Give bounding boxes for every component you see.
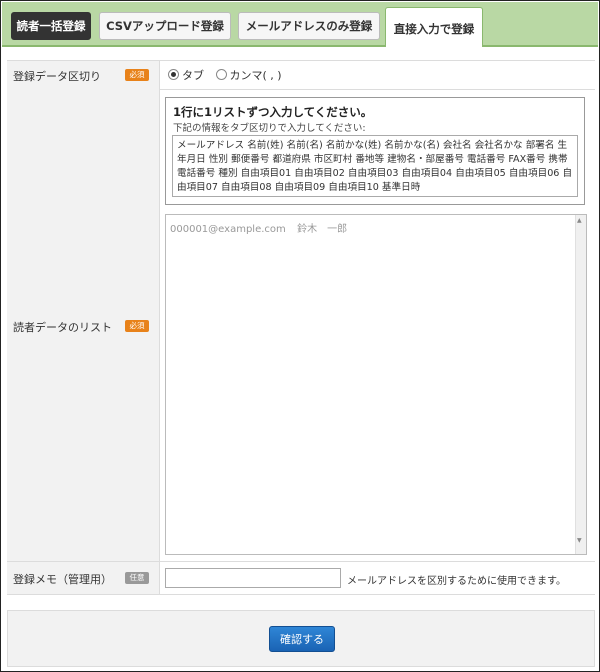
page-frame: 読者一括登録 CSVアップロード登録 メールアドレスのみ登録 直接入力で登録 登… — [0, 0, 600, 672]
memo-label-cell: 登録メモ（管理用） 任意 — [7, 562, 160, 594]
list-label-cell: 読者データのリスト 必須 — [7, 89, 160, 561]
radio-comma-label: カンマ( , ) — [229, 69, 282, 82]
scroll-up-icon[interactable]: ▲ — [577, 217, 582, 224]
tab-bar: 読者一括登録 CSVアップロード登録 メールアドレスのみ登録 直接入力で登録 — [2, 2, 598, 47]
list-label: 読者データのリスト — [13, 321, 112, 334]
reader-list-textarea[interactable]: 000001@example.com 鈴木 一郎 ▲ ▼ — [165, 214, 587, 555]
memo-label: 登録メモ（管理用） — [13, 573, 112, 586]
tab-csv-upload[interactable]: CSVアップロード登録 — [99, 12, 231, 40]
delimiter-label: 登録データ区切り — [13, 70, 101, 83]
delimiter-label-cell: 登録データ区切り 必須 — [7, 61, 160, 89]
tab-direct-input[interactable]: 直接入力で登録 — [385, 7, 483, 47]
help-title: 1行に1リストずつ入力してください。 — [173, 105, 373, 119]
format-help-panel: 1行に1リストずつ入力してください。 下記の情報をタブ区切りで入力してください:… — [165, 97, 585, 205]
required-badge: 必須 — [125, 320, 149, 332]
footer-bar: 確認する — [7, 610, 595, 667]
delimiter-options: タブ カンマ( , ) — [168, 67, 282, 83]
tab-label: メールアドレスのみ登録 — [245, 19, 373, 33]
delimiter-row: 登録データ区切り 必須 タブ カンマ( , ) — [7, 60, 595, 90]
tab-label: CSVアップロード登録 — [106, 19, 224, 33]
textarea-placeholder: 000001@example.com 鈴木 一郎 — [170, 224, 348, 235]
tab-email-only[interactable]: メールアドレスのみ登録 — [238, 12, 380, 40]
tab-label: 読者一括登録 — [16, 19, 86, 33]
field-order-list: メールアドレス 名前(姓) 名前(名) 名前かな(姓) 名前かな(名) 会社名 … — [172, 135, 578, 197]
scroll-down-icon[interactable]: ▼ — [577, 537, 582, 544]
radio-tab-label: タブ — [182, 69, 204, 82]
radio-selected-icon — [168, 69, 179, 80]
help-subtitle: 下記の情報をタブ区切りで入力してください: — [173, 123, 366, 134]
radio-tab[interactable]: タブ — [168, 69, 204, 82]
required-badge: 必須 — [125, 69, 149, 81]
confirm-button[interactable]: 確認する — [269, 626, 335, 652]
textarea-scrollbar[interactable]: ▲ ▼ — [575, 215, 586, 554]
radio-comma[interactable]: カンマ( , ) — [215, 69, 282, 82]
radio-unselected-icon — [215, 69, 227, 80]
optional-badge: 任意 — [125, 572, 149, 584]
memo-input[interactable] — [165, 568, 341, 588]
tab-label: 直接入力で登録 — [393, 21, 475, 36]
tab-bulk-register[interactable]: 読者一括登録 — [11, 12, 91, 40]
memo-note: メールアドレスを区別するために使用できます。 — [347, 576, 566, 587]
